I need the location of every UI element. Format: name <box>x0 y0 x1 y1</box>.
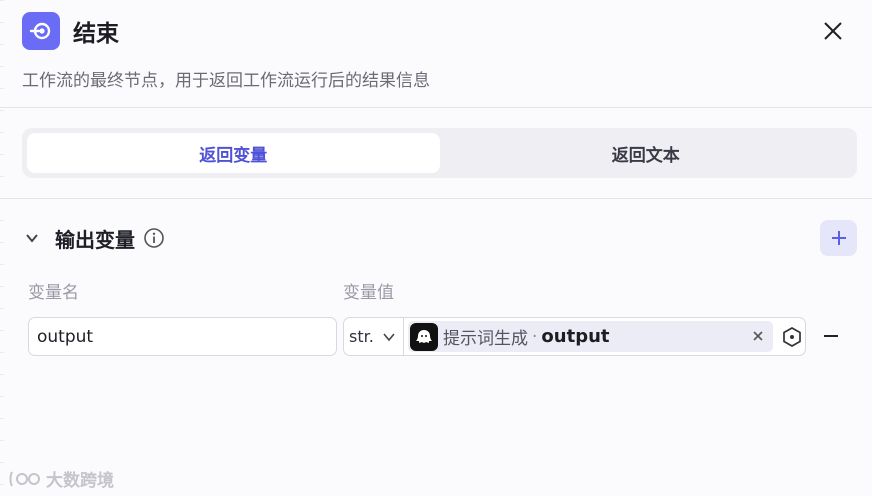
panel-description: 工作流的最终节点，用于返回工作流运行后的结果信息 <box>22 71 430 91</box>
variable-reference-tag[interactable]: 提示词生成 · output <box>408 321 773 352</box>
reference-variable-name: output <box>541 326 610 347</box>
type-select[interactable]: str. <box>344 318 404 355</box>
watermark-text: 大数跨境 <box>46 471 114 491</box>
return-mode-tabs: 返回变量 返回文本 <box>22 128 857 178</box>
type-label: str. <box>349 327 374 346</box>
info-icon[interactable] <box>143 227 165 249</box>
prompt-node-icon <box>410 322 438 351</box>
remove-variable-button[interactable] <box>820 325 842 347</box>
variable-picker-icon[interactable] <box>780 325 804 349</box>
canvas-edge <box>0 0 4 496</box>
reference-node-name: 提示词生成 <box>443 329 528 349</box>
variable-name-input[interactable] <box>28 317 337 356</box>
column-label-value: 变量值 <box>343 283 394 303</box>
watermark: 大数跨境 <box>8 466 114 491</box>
chevron-down-icon <box>382 330 396 344</box>
reference-separator: · <box>532 326 538 347</box>
panel-header: 结束 <box>22 10 850 52</box>
tab-return-variables[interactable]: 返回变量 <box>27 133 440 173</box>
divider <box>0 107 872 108</box>
plus-icon <box>831 231 846 245</box>
minus-icon <box>824 335 838 337</box>
variable-value-field: str. 提示词生成 · output <box>343 317 806 356</box>
divider <box>0 198 872 199</box>
tab-return-text[interactable]: 返回文本 <box>440 133 853 173</box>
section-title: 输出变量 <box>55 227 135 252</box>
panel-title: 结束 <box>73 21 119 47</box>
exit-node-icon <box>22 12 60 50</box>
output-variables-header: 输出变量 <box>22 220 857 256</box>
add-variable-button[interactable] <box>820 220 857 256</box>
column-label-name: 变量名 <box>28 283 79 303</box>
close-icon[interactable] <box>820 18 846 44</box>
collapse-chevron-icon[interactable] <box>22 228 42 248</box>
clear-reference-icon[interactable] <box>749 327 767 345</box>
watermark-logo-icon <box>9 471 40 486</box>
